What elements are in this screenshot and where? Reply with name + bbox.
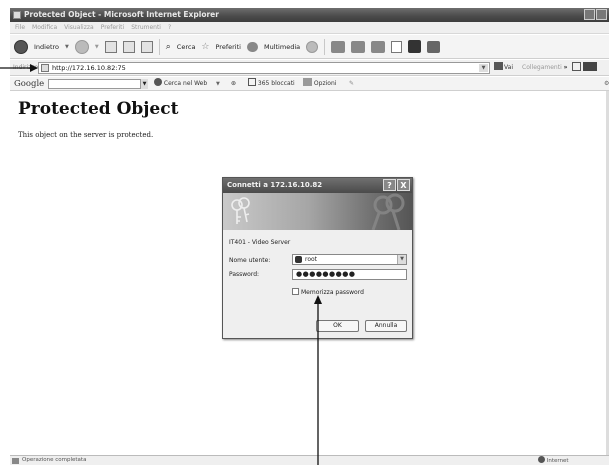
user-icon	[295, 256, 302, 263]
google-search-input[interactable]	[48, 79, 148, 89]
keys-icon	[231, 193, 405, 230]
go-button-label: Vai	[504, 64, 513, 71]
google-logo[interactable]: Google	[14, 77, 44, 91]
menu-help[interactable]: ?	[168, 22, 171, 33]
help-button[interactable]: ?	[383, 179, 396, 191]
back-button-label[interactable]: Indietro	[34, 43, 59, 51]
toolbar-separator	[158, 38, 160, 55]
server-name: IT401 - Video Server	[229, 239, 291, 246]
google-toolbar: Google ▼ Cerca nel Web ▼ ⊛ 365 bloccati …	[10, 77, 609, 91]
google-options-button[interactable]: Opzioni	[303, 77, 336, 91]
addon-icon[interactable]	[572, 62, 581, 71]
address-url: http://172.16.10.82:75	[52, 64, 126, 72]
search-web-label: Cerca nel Web	[163, 80, 208, 87]
chevron-down-icon[interactable]: ▼	[216, 77, 220, 91]
go-button[interactable]: Vai	[494, 60, 513, 76]
addon-icon[interactable]	[582, 62, 597, 71]
settings-icon[interactable]: ⚙	[604, 77, 609, 91]
links-label: Collegamenti	[522, 64, 562, 71]
address-bar: Indirizzo http://172.16.10.82:75 ▼ Vai C…	[10, 60, 609, 76]
stop-icon[interactable]	[104, 40, 117, 53]
chevron-down-icon[interactable]: ▼	[140, 79, 148, 89]
ok-button[interactable]: OK	[316, 320, 359, 332]
close-button[interactable]: X	[397, 179, 410, 191]
dialog-title: Connetti a 172.16.10.82	[227, 181, 323, 189]
window-title: Protected Object - Microsoft Internet Ex…	[24, 10, 219, 19]
menu-modifica[interactable]: Modifica	[32, 22, 57, 33]
minimize-button[interactable]	[584, 9, 595, 20]
multimedia-icon[interactable]	[246, 41, 258, 52]
search-icon[interactable]: ⌕	[166, 42, 171, 52]
google-search-web-button[interactable]: Cerca nel Web	[154, 77, 207, 91]
forward-dropdown-icon[interactable]: ▼	[95, 44, 99, 50]
page-done-icon	[12, 458, 19, 464]
page-icon	[41, 64, 49, 72]
remember-password-label: Memorizza password	[301, 289, 364, 296]
dialog-banner	[223, 193, 412, 230]
zone-label: Internet	[546, 458, 569, 464]
remember-password-checkbox[interactable]: Memorizza password	[292, 288, 364, 297]
pencil-icon[interactable]: ✎	[349, 77, 354, 91]
address-input[interactable]: http://172.16.10.82:75 ▼	[38, 62, 490, 74]
ie-app-icon	[13, 11, 21, 19]
security-zone: Internet	[538, 456, 569, 465]
page-message: This object on the server is protected.	[18, 131, 154, 139]
cancel-button[interactable]: Annulla	[365, 320, 407, 332]
links-button[interactable]: Collegamenti »	[522, 60, 568, 76]
toolbar-separator	[324, 38, 326, 55]
binoculars-icon	[154, 78, 162, 86]
star-icon[interactable]: ☆	[201, 42, 209, 52]
page-title: Protected Object	[18, 99, 179, 119]
favorites-button-label[interactable]: Preferiti	[216, 43, 241, 51]
menu-strumenti[interactable]: Strumenti	[131, 22, 161, 33]
window-controls	[584, 9, 607, 20]
messenger-icon[interactable]	[408, 40, 422, 53]
login-dialog: Connetti a 172.16.10.82 ? X IT401 - Vide…	[222, 177, 413, 339]
menu-file[interactable]: File	[15, 22, 25, 33]
username-value: root	[305, 256, 318, 263]
maximize-button[interactable]	[596, 9, 607, 20]
options-icon	[303, 78, 312, 86]
menu-visualizza[interactable]: Visualizza	[64, 22, 94, 33]
search-button-label[interactable]: Cerca	[177, 43, 196, 51]
chevron-right-icon: »	[563, 64, 568, 71]
chevron-down-icon[interactable]: ▼	[479, 64, 488, 72]
forward-arrow-icon[interactable]	[74, 39, 89, 54]
password-label: Password:	[229, 271, 260, 278]
print-icon[interactable]	[351, 40, 366, 53]
status-text: Operazione completata	[22, 457, 87, 463]
mail-icon[interactable]	[331, 40, 346, 53]
standard-toolbar: Indietro ▼ ▼ ⌕ Cerca ☆ Preferiti Multime…	[10, 35, 609, 59]
checkbox-box[interactable]	[292, 288, 299, 295]
globe-icon	[538, 456, 545, 463]
discuss-icon[interactable]	[391, 40, 403, 53]
window-titlebar: Protected Object - Microsoft Internet Ex…	[10, 8, 609, 22]
go-arrow-icon	[494, 62, 503, 70]
username-combobox[interactable]: root ▼	[292, 254, 407, 265]
refresh-icon[interactable]	[122, 40, 135, 53]
edit-icon[interactable]	[371, 40, 386, 53]
address-label: Indirizzo	[13, 64, 39, 71]
status-bar: Operazione completata Internet	[10, 455, 609, 465]
chevron-down-icon[interactable]: ▼	[397, 255, 406, 264]
options-label: Opzioni	[313, 80, 337, 87]
username-label: Nome utente:	[229, 257, 271, 264]
addon-icons	[572, 60, 597, 76]
pagerank-icon[interactable]: ⊛	[231, 77, 236, 91]
research-icon[interactable]	[427, 40, 441, 53]
popup-blocker-icon	[248, 78, 256, 86]
popup-blocker-button[interactable]: 365 bloccati	[248, 77, 295, 91]
dialog-titlebar: Connetti a 172.16.10.82 ? X	[223, 178, 412, 193]
menu-preferiti[interactable]: Preferiti	[101, 22, 125, 33]
blocked-count-label: 365 bloccati	[257, 80, 295, 87]
menu-bar: File Modifica Visualizza Preferiti Strum…	[10, 22, 609, 34]
password-input[interactable]: ●●●●●●●●●	[292, 269, 407, 280]
back-dropdown-icon[interactable]: ▼	[65, 44, 69, 50]
multimedia-button-label[interactable]: Multimedia	[264, 43, 300, 51]
history-icon[interactable]	[306, 40, 319, 53]
home-icon[interactable]	[140, 40, 153, 53]
back-arrow-icon[interactable]	[14, 39, 28, 54]
